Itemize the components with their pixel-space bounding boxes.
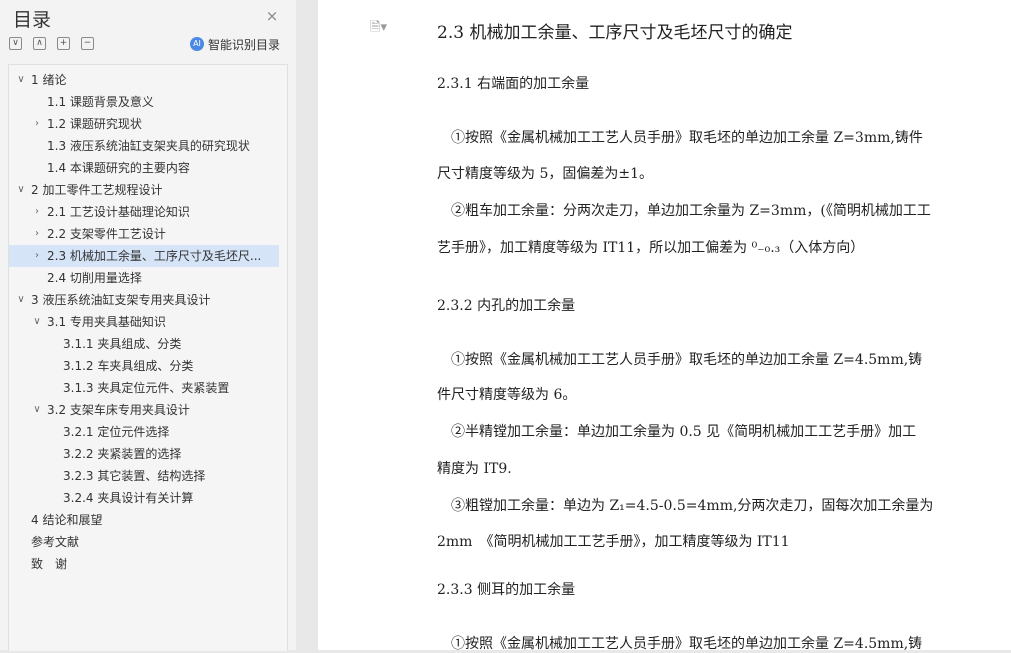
doc-paragraph-line: ①按照《金属机械加工工艺人员手册》取毛坯的单边加工余量 Z=3mm,铸件 <box>437 130 923 146</box>
doc-paragraph-line: 艺手册》，加工精度等级为 IT11，所以加工偏差为 ⁰₋₀.₃（入体方向） <box>437 240 865 256</box>
toc-item[interactable]: 参考文献 <box>9 531 279 553</box>
toc-item[interactable]: › 2.2 支架零件工艺设计 <box>9 223 279 245</box>
toc-item-label: 3.2.3 其它装置、结构选择 <box>63 469 206 483</box>
toc-title: 目录 <box>13 9 52 31</box>
toc-item-label: 2.1 工艺设计基础理论知识 <box>47 205 190 219</box>
doc-heading: 2.3.3 侧耳的加工余量 <box>437 582 576 598</box>
chevron-right-icon[interactable]: › <box>31 223 43 245</box>
ai-icon: AI <box>190 37 204 51</box>
toc-item[interactable]: 3.1.3 夹具定位元件、夹紧装置 <box>9 377 279 399</box>
toc-item-label: 3.2 支架车床专用夹具设计 <box>47 403 190 417</box>
chevron-down-icon[interactable]: ∨ <box>31 399 43 421</box>
chevron-down-icon[interactable]: ∨ <box>15 179 27 201</box>
toc-item[interactable]: 3.2.1 定位元件选择 <box>9 421 279 443</box>
toc-item-label: 2.2 支架零件工艺设计 <box>47 227 166 241</box>
chevron-down-icon[interactable]: ∨ <box>15 289 27 311</box>
toc-panel: 目录 × ∨ ∧ + − AI 智能识别目录 ∨ 1 绪论 1.1 课题背景及意义 ›… <box>0 0 296 651</box>
toc-item-label: 1 绪论 <box>31 73 67 87</box>
doc-paragraph-line: ③粗镗加工余量：单边为 Z₁=4.5-0.5=4mm,分两次走刀，固每次加工余量… <box>437 498 934 514</box>
chevron-right-icon[interactable]: › <box>31 201 43 223</box>
toc-item-label: 3.2.2 夹紧装置的选择 <box>63 447 182 461</box>
toc-item-label: 3.1.2 车夹具组成、分类 <box>63 359 194 373</box>
toc-item[interactable]: 3.2.2 夹紧装置的选择 <box>9 443 279 465</box>
doc-paragraph-line: ②半精镗加工余量：单边加工余量为 0.5 见《简明机械加工工艺手册》加工 <box>437 424 917 440</box>
toc-item-label: 3 液压系统油缸支架专用夹具设计 <box>31 293 211 307</box>
toc-item-label: 3.2.1 定位元件选择 <box>63 425 170 439</box>
doc-heading: 2.3 机械加工余量、工序尺寸及毛坯尺寸的确定 <box>437 23 793 43</box>
chevron-down-icon[interactable]: ∨ <box>15 69 27 91</box>
doc-paragraph-line: 尺寸精度等级为 5，固偏差为±1。 <box>437 166 653 182</box>
document-page: 🗎▾ 2.3 机械加工余量、工序尺寸及毛坯尺寸的确定 2.3.1 右端面的加工余量… <box>318 0 1011 652</box>
toc-item[interactable]: 3.2.3 其它装置、结构选择 <box>9 465 279 487</box>
toc-item-label: 1.4 本课题研究的主要内容 <box>47 161 190 175</box>
doc-paragraph-line: 精度为 IT9. <box>437 461 512 477</box>
toc-list: ∨ 1 绪论 1.1 课题背景及意义 › 1.2 课题研究现状 1.3 液压系统油缸支架夹… <box>8 64 288 651</box>
chevron-down-icon[interactable]: ∨ <box>31 311 43 333</box>
toc-item[interactable]: ∨ 3 液压系统油缸支架专用夹具设计 <box>9 289 279 311</box>
toc-item[interactable]: 4 结论和展望 <box>9 509 279 531</box>
panel-scrollbar[interactable] <box>296 0 318 650</box>
remove-heading-icon[interactable]: − <box>81 37 94 50</box>
doc-paragraph-line: 件尺寸精度等级为 6。 <box>437 387 577 403</box>
toc-item-label: 2.4 切削用量选择 <box>47 271 142 285</box>
toc-item-label: 3.1.3 夹具定位元件、夹紧装置 <box>63 381 230 395</box>
add-heading-icon[interactable]: + <box>57 37 70 50</box>
toc-item-label: 3.2.4 夹具设计有关计算 <box>63 491 194 505</box>
toc-item-label: 2.3 机械加工余量、工序尺寸及毛坯尺... <box>47 249 262 263</box>
toc-item-label: 1.2 课题研究现状 <box>47 117 142 131</box>
toc-item[interactable]: 3.1.1 夹具组成、分类 <box>9 333 279 355</box>
doc-heading: 2.3.2 内孔的加工余量 <box>437 298 576 314</box>
toc-item[interactable]: ∨ 2 加工零件工艺规程设计 <box>9 179 279 201</box>
toc-item-label: 4 结论和展望 <box>31 513 103 527</box>
smart-recognize-button[interactable]: AI 智能识别目录 <box>190 36 280 52</box>
expand-up-icon[interactable]: ∧ <box>33 37 46 50</box>
toc-item[interactable]: 1.3 液压系统油缸支架夹具的研究现状 <box>9 135 279 157</box>
toc-item[interactable]: 1.1 课题背景及意义 <box>9 91 279 113</box>
toc-item-label: 3.1.1 夹具组成、分类 <box>63 337 182 351</box>
doc-heading: 2.3.1 右端面的加工余量 <box>437 76 590 92</box>
chevron-right-icon[interactable]: › <box>31 113 43 135</box>
close-icon[interactable]: × <box>264 8 280 24</box>
doc-paragraph-line: 2mm 《简明机械加工工艺手册》，加工精度等级为 IT11 <box>437 534 790 550</box>
toc-item[interactable]: 3.2.4 夹具设计有关计算 <box>9 487 279 509</box>
toc-item[interactable]: › 1.2 课题研究现状 <box>9 113 279 135</box>
doc-paragraph-line: ①按照《金属机械加工工艺人员手册》取毛坯的单边加工余量 Z=4.5mm,铸 <box>437 352 923 368</box>
document-icon[interactable]: 🗎▾ <box>370 18 387 40</box>
toc-item-label: 1.3 液压系统油缸支架夹具的研究现状 <box>47 139 250 153</box>
toc-item[interactable]: › 2.1 工艺设计基础理论知识 <box>9 201 279 223</box>
smart-recognize-label: 智能识别目录 <box>208 37 281 52</box>
chevron-right-icon[interactable]: › <box>31 245 43 267</box>
doc-paragraph-line: ①按照《金属机械加工工艺人员手册》取毛坯的单边加工余量 Z=4.5mm,铸 <box>437 636 923 652</box>
toc-item[interactable]: ∨ 3.2 支架车床专用夹具设计 <box>9 399 279 421</box>
toc-item[interactable]: › 2.3 机械加工余量、工序尺寸及毛坯尺... <box>9 245 279 267</box>
toc-item[interactable]: 3.1.2 车夹具组成、分类 <box>9 355 279 377</box>
toc-item-label: 3.1 专用夹具基础知识 <box>47 315 166 329</box>
toc-item-label: 参考文献 <box>31 535 80 549</box>
toc-item[interactable]: ∨ 3.1 专用夹具基础知识 <box>9 311 279 333</box>
toc-item[interactable]: 1.4 本课题研究的主要内容 <box>9 157 279 179</box>
collapse-all-icon[interactable]: ∨ <box>9 37 22 50</box>
toc-item-label: 2 加工零件工艺规程设计 <box>31 183 163 197</box>
toc-item-label: 致 谢 <box>31 557 68 571</box>
toc-item[interactable]: 致 谢 <box>9 553 279 575</box>
toc-item[interactable]: ∨ 1 绪论 <box>9 69 279 91</box>
toc-item-label: 1.1 课题背景及意义 <box>47 95 154 109</box>
doc-paragraph-line: ②粗车加工余量：分两次走刀，单边加工余量为 Z=3mm，(《简明机械加工工 <box>437 203 931 219</box>
toc-item[interactable]: 2.4 切削用量选择 <box>9 267 279 289</box>
